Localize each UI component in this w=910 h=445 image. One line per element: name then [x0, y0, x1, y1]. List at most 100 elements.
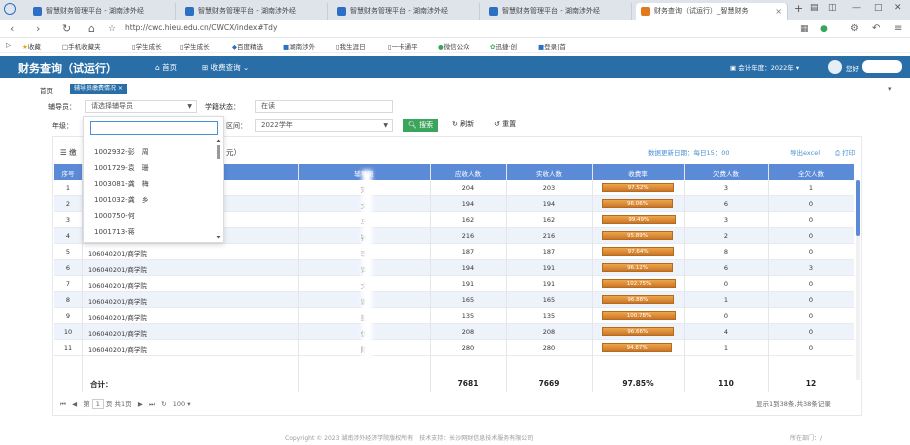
table-row[interactable]: 6106040201/商学院谭1941916396.12%	[54, 260, 854, 276]
user-greeting: 您好	[846, 65, 859, 73]
undo-icon[interactable]: ↶	[872, 22, 880, 36]
browser-tab[interactable]: 智慧财务管理平台 - 湖南涉外经	[28, 3, 176, 20]
home-icon[interactable]: ⌂	[88, 22, 95, 36]
bookmark-item[interactable]: ■登录|首	[538, 41, 566, 51]
bookmark-item[interactable]: ◆百度精选	[232, 41, 263, 51]
next-page-icon[interactable]: ▶	[138, 400, 143, 408]
fiscal-year-select[interactable]: ▣ 会计年度：2022年 ▾	[730, 62, 799, 72]
first-page-icon[interactable]: ⏮	[60, 400, 66, 408]
cell-college: 106040201/商学院	[88, 330, 147, 338]
th-rate[interactable]: 收费率	[592, 168, 684, 178]
tab-list-icon[interactable]: ▤	[810, 3, 819, 13]
table-row[interactable]: 7106040201/商学院文19119100102.75%	[54, 276, 854, 292]
minimize-icon[interactable]: —	[852, 3, 861, 13]
dropdown-scrollbar[interactable]	[216, 139, 221, 239]
bookmark-item[interactable]: ▯我生涯日	[336, 41, 366, 51]
dropdown-option[interactable]: 1003081-龚 梅	[94, 179, 149, 189]
table-row[interactable]: 10106040201/商学院伏2082084096.66%	[54, 324, 854, 340]
browser-tab[interactable]: 智慧财务管理平台 - 湖南涉外经	[180, 3, 328, 20]
bookmark-item[interactable]: ▯一卡通平	[388, 41, 418, 51]
dropdown-option[interactable]: 1000750-何	[94, 211, 135, 221]
th-owe[interactable]: 欠费人数	[684, 168, 768, 178]
footer-dept: 所在部门：/	[790, 435, 823, 442]
table-row[interactable]: 5106040201/商学院李1871878097.64%	[54, 244, 854, 260]
forward-icon[interactable]: ›	[36, 22, 40, 36]
grade-label: 年级：	[52, 122, 73, 130]
status-value: 在读	[261, 102, 275, 110]
breadcrumb-current-tab[interactable]: 辅导员缴费情况 ×	[70, 84, 127, 94]
export-excel-link[interactable]: 导出excel	[790, 147, 820, 157]
rate-bar: 99.49%	[602, 215, 676, 224]
bookmark-item[interactable]: ▯学生成长	[132, 41, 162, 51]
cell-owe: 1	[723, 296, 729, 304]
close-window-icon[interactable]: ✕	[894, 3, 902, 13]
shield-icon[interactable]: ▦	[800, 22, 809, 36]
last-page-icon[interactable]: ⏭	[149, 400, 155, 408]
menu-icon[interactable]: ≡	[894, 22, 902, 36]
dropdown-option[interactable]: 1002932-彭 周	[94, 147, 149, 157]
favicon-icon	[185, 7, 194, 16]
refresh-button[interactable]: ↻ 刷新	[448, 119, 479, 132]
pin-icon[interactable]: ◫	[828, 3, 837, 13]
breadcrumb-home[interactable]: 首页	[40, 85, 53, 95]
dropdown-option[interactable]: 1001032-龚 乡	[94, 195, 149, 205]
browser-tab[interactable]: 智慧财务管理平台 - 湖南涉外经	[484, 3, 632, 20]
bookmark-item[interactable]: ●微信公众	[438, 41, 470, 51]
cell-college: 106040201/商学院	[88, 298, 147, 306]
extension-icon[interactable]: ●	[820, 22, 828, 36]
table-scrollbar[interactable]	[856, 180, 860, 380]
dropdown-option[interactable]: 1001713-蒋	[94, 227, 142, 237]
cell-no: 11	[63, 344, 73, 352]
cell-owe: 0	[723, 280, 729, 288]
panel-title: ☰ 缴	[60, 147, 77, 158]
reset-button[interactable]: ↺ 重置	[490, 119, 521, 132]
page-number-input[interactable]: 1	[91, 399, 104, 409]
url-input[interactable]: http://cwc.hieu.edu.cn/CWCX/index#Tdy	[125, 23, 277, 32]
rate-label: 96.12%	[627, 265, 649, 271]
browser-tab[interactable]: 智慧财务管理平台 - 湖南涉外经	[332, 3, 480, 20]
dropdown-option[interactable]: 1001729-袁 珊	[94, 163, 149, 173]
table-row[interactable]: 8106040201/商学院谢1651651096.88%	[54, 292, 854, 308]
refresh-page-icon[interactable]: ↻	[161, 400, 166, 408]
back-icon[interactable]: ‹	[10, 22, 14, 36]
prev-page-icon[interactable]: ◀	[72, 400, 77, 408]
browser-tab-active[interactable]: 财务查询（试运行）_智慧财务 ×	[636, 3, 788, 20]
th-no[interactable]: 序号	[54, 168, 82, 178]
reload-icon[interactable]: ↻	[62, 22, 71, 36]
maximize-icon[interactable]: □	[874, 3, 883, 13]
counselor-select[interactable]: 请选择辅导员 ▼	[85, 100, 197, 113]
interval-select[interactable]: 2022学年 ▼	[255, 119, 393, 132]
column-divider	[768, 164, 769, 392]
bookmark-item[interactable]: ✿迅捷·创	[490, 41, 517, 51]
print-link[interactable]: ⎙ 打印	[835, 147, 855, 158]
search-button[interactable]: 🔍︎ 搜索	[403, 119, 439, 132]
bookmark-label: 收藏	[27, 43, 41, 51]
redaction-overlay	[362, 170, 372, 370]
chevron-down-icon[interactable]: ▾	[888, 85, 892, 93]
cell-no: 8	[65, 296, 71, 304]
status-select[interactable]: 在读	[255, 100, 393, 113]
star-icon[interactable]: ☆	[108, 22, 116, 36]
bookmark-item[interactable]: ▯学生成长	[180, 41, 210, 51]
table-row[interactable]: 9106040201/商学院彭13513500100.78%	[54, 308, 854, 324]
nav-home[interactable]: ⌂ 首页	[155, 62, 177, 73]
sidebar-toggle-icon[interactable]: ▷	[6, 41, 11, 49]
th-all-owe[interactable]: 全欠人数	[768, 168, 854, 178]
th-due[interactable]: 应收人数	[430, 168, 506, 178]
rate-label: 97.64%	[627, 249, 649, 255]
user-menu[interactable]: 您好	[828, 59, 903, 75]
dropdown-search-input[interactable]	[90, 121, 218, 135]
nav-fee-query[interactable]: ⊞ 收费查询 ⌄	[202, 62, 249, 73]
table-row[interactable]: 11106040201/商学院陈2802801094.87%	[54, 340, 854, 356]
bookmarks-bar: ▷ ★收藏 □手机收藏夹 ▯学生成长 ▯学生成长 ◆百度精选 ■湖南涉外 ▯我生…	[0, 38, 910, 53]
close-tab-icon[interactable]: ×	[775, 3, 782, 20]
new-tab-button[interactable]: +	[794, 2, 803, 15]
bookmark-item[interactable]: ■湖南涉外	[283, 41, 315, 51]
bookmark-item[interactable]: ★收藏	[22, 41, 41, 51]
th-paid[interactable]: 实收人数	[506, 168, 592, 178]
cell-owe: 0	[723, 312, 729, 320]
favicon-icon	[33, 7, 42, 16]
bookmark-item[interactable]: □手机收藏夹	[62, 41, 101, 51]
settings-icon[interactable]: ⚙	[850, 22, 859, 36]
page-size-select[interactable]: 100 ▾	[173, 400, 191, 408]
